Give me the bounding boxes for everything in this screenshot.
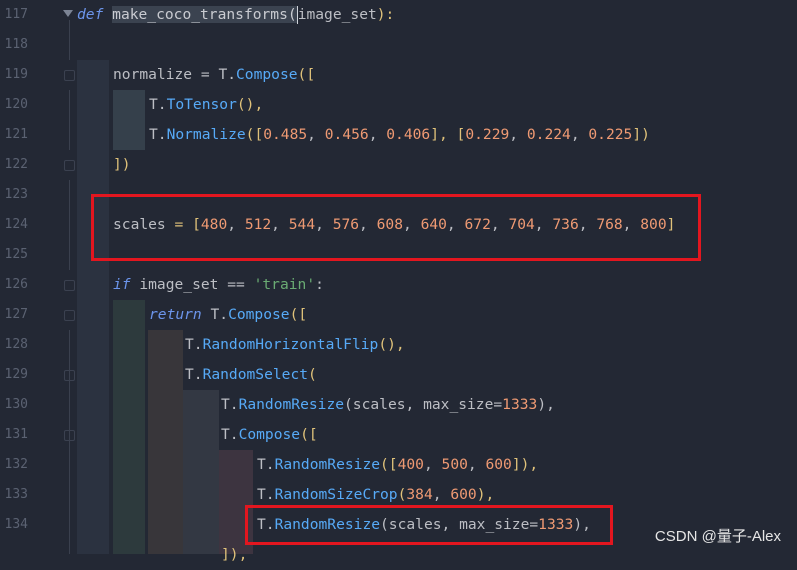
line-number: 130 bbox=[4, 397, 28, 412]
code-line-119[interactable]: normalize = T.Compose([ bbox=[113, 60, 315, 90]
code-line-121[interactable]: T.Normalize([0.485, 0.456, 0.406], [0.22… bbox=[149, 120, 650, 150]
code-line-131[interactable]: T.Compose([ bbox=[221, 420, 318, 450]
code-line-122[interactable]: ]) bbox=[113, 150, 131, 180]
fold-marker-icon[interactable] bbox=[64, 310, 75, 321]
line-number: 126 bbox=[4, 277, 28, 292]
fold-marker-icon[interactable] bbox=[64, 70, 75, 81]
line-number: 134 bbox=[4, 517, 28, 532]
line-number: 118 bbox=[4, 37, 28, 52]
code-line-128[interactable]: T.RandomHorizontalFlip(), bbox=[185, 330, 405, 360]
line-number: 125 bbox=[4, 247, 28, 262]
indent-block bbox=[113, 90, 145, 150]
fold-collapse-icon[interactable] bbox=[63, 10, 73, 17]
line-number: 122 bbox=[4, 157, 28, 172]
line-number: 124 bbox=[4, 217, 28, 232]
line-number: 133 bbox=[4, 487, 28, 502]
line-number: 129 bbox=[4, 367, 28, 382]
line-number: 120 bbox=[4, 97, 28, 112]
fold-marker-icon[interactable] bbox=[64, 160, 75, 171]
watermark: CSDN @量子-Alex bbox=[654, 528, 781, 545]
function-name: make_coco_transforms bbox=[112, 6, 288, 23]
line-number: 131 bbox=[4, 427, 28, 442]
line-number: 128 bbox=[4, 337, 28, 352]
code-line-120[interactable]: T.ToTensor(), bbox=[149, 90, 263, 120]
highlight-box-scales bbox=[91, 194, 701, 261]
fold-marker-icon[interactable] bbox=[64, 280, 75, 291]
code-line-130[interactable]: T.RandomResize(scales, max_size=1333), bbox=[221, 390, 555, 420]
code-line-135[interactable]: ]), bbox=[221, 540, 247, 570]
code-line-129[interactable]: T.RandomSelect( bbox=[185, 360, 317, 390]
indent-block bbox=[113, 300, 145, 554]
line-number: 123 bbox=[4, 187, 28, 202]
line-number-gutter: 117 118 119 120 121 122 123 124 125 126 … bbox=[0, 0, 60, 554]
code-line-126[interactable]: if image_set == 'train': bbox=[113, 270, 324, 300]
indent-block bbox=[148, 330, 183, 554]
code-line-132[interactable]: T.RandomResize([400, 500, 600]), bbox=[257, 450, 538, 480]
code-line-127[interactable]: return T.Compose([ bbox=[149, 300, 307, 330]
line-number: 132 bbox=[4, 457, 28, 472]
code-line-117[interactable]: def make_coco_transforms(image_set): bbox=[77, 0, 394, 30]
indent-guide bbox=[69, 330, 70, 554]
line-number: 117 bbox=[4, 7, 28, 22]
indent-guide bbox=[69, 90, 70, 150]
line-number: 127 bbox=[4, 307, 28, 322]
indent-block bbox=[183, 390, 219, 554]
indent-guide bbox=[69, 20, 70, 60]
line-number: 121 bbox=[4, 127, 28, 142]
line-number: 119 bbox=[4, 67, 28, 82]
highlight-box-random-resize bbox=[245, 505, 613, 545]
indent-guide bbox=[69, 180, 70, 270]
indent-block bbox=[77, 60, 109, 554]
